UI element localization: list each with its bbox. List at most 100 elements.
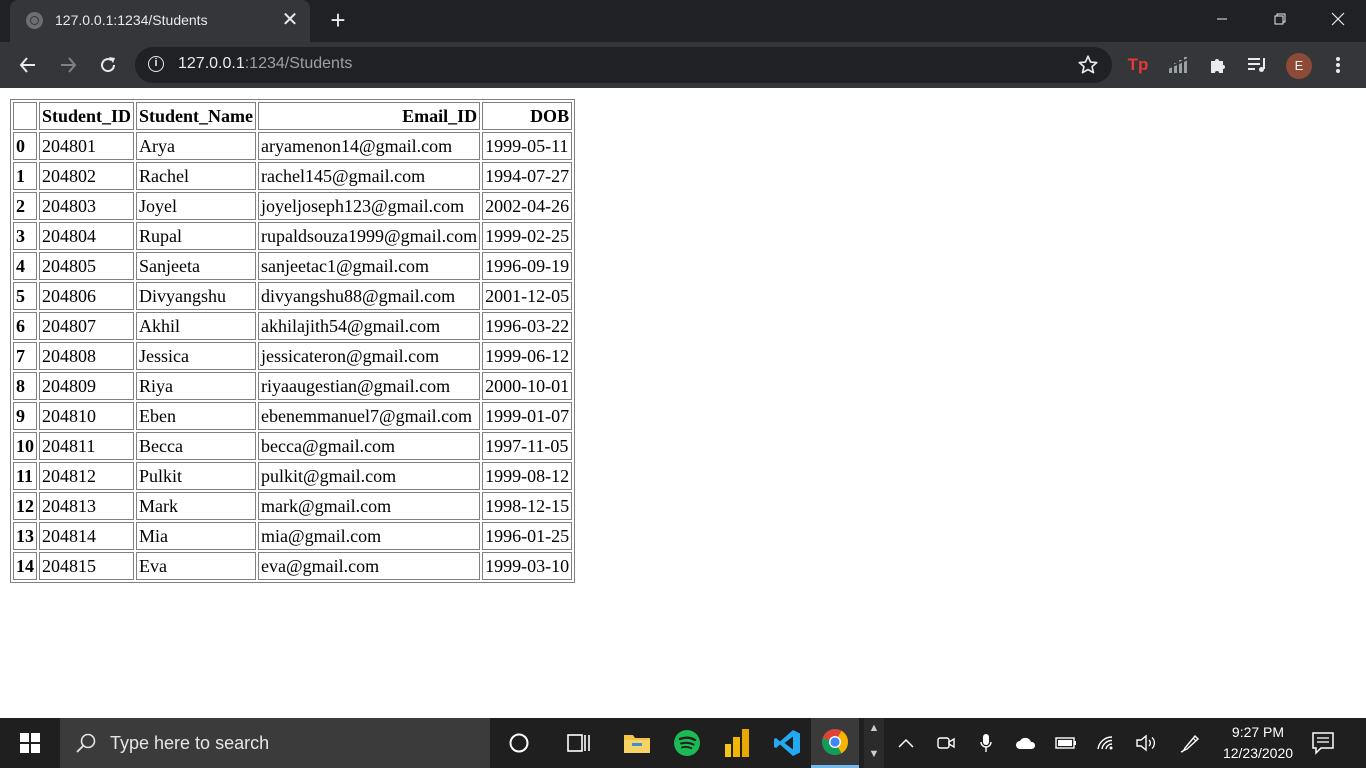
taskbar-search-box[interactable]: Type here to search [60, 718, 490, 768]
close-tab-icon[interactable]: ✕ [280, 9, 300, 31]
student-name-cell: Rupal [136, 222, 257, 250]
email-id-cell: sanjeetac1@gmail.com [258, 252, 481, 280]
row-index: 5 [13, 282, 37, 310]
table-row: 11 204812 Pulkit pulkit@gmail.com 1999-08-12 [13, 462, 573, 490]
dob-cell: 1996-03-22 [482, 312, 573, 340]
extensions-puzzle-icon[interactable] [1207, 54, 1229, 76]
student-id-header: Student_ID [39, 102, 135, 130]
address-bar[interactable]: i 127.0.0.1:1234/Students [135, 47, 1112, 83]
table-row: 2 204803 Joyel joyeljoseph123@gmail.com 2002… [13, 192, 573, 220]
table-row: 9 204810 Eben ebenemmanuel7@gmail.com 1999-0… [13, 402, 573, 430]
speed-chart-extension-icon[interactable] [1167, 54, 1189, 76]
table-row: 4 204805 Sanjeeta sanjeetac1@gmail.com 1996-… [13, 252, 573, 280]
student-name-cell: Eben [136, 402, 257, 430]
index-header [13, 102, 37, 130]
volume-icon[interactable] [1131, 718, 1161, 768]
email-id-cell: mark@gmail.com [258, 492, 481, 520]
media-control-icon[interactable] [1247, 54, 1269, 76]
dob-cell: 1998-12-15 [482, 492, 573, 520]
task-view-icon[interactable] [555, 718, 603, 768]
email-id-cell: joyeljoseph123@gmail.com [258, 192, 481, 220]
table-header-row: Student_ID Student_Name Email_ID DOB [13, 102, 573, 130]
table-row: 6 204807 Akhil akhilajith54@gmail.com 1996-0… [13, 312, 573, 340]
dob-cell: 2000-10-01 [482, 372, 573, 400]
table-row: 7 204808 Jessica jessicateron@gmail.com 1999… [13, 342, 573, 370]
meet-now-icon[interactable] [931, 718, 961, 768]
info-icon[interactable]: i [148, 56, 164, 72]
student-name-cell: Sanjeeta [136, 252, 257, 280]
close-window-button[interactable] [1309, 0, 1366, 38]
taskbar-scroll-buttons[interactable]: ▲ ▼ [864, 718, 884, 768]
system-clock[interactable]: 9:27 PM 12/23/2020 [1212, 722, 1304, 764]
student-name-cell: Pulkit [136, 462, 257, 490]
chrome-icon[interactable] [811, 718, 859, 768]
microphone-icon[interactable] [971, 718, 1001, 768]
email-id-cell: aryamenon14@gmail.com [258, 132, 481, 160]
table-row: 12 204813 Mark mark@gmail.com 1998-12-15 [13, 492, 573, 520]
dob-cell: 2002-04-26 [482, 192, 573, 220]
table-row: 13 204814 Mia mia@gmail.com 1996-01-25 [13, 522, 573, 550]
new-tab-button[interactable]: + [324, 7, 352, 35]
search-icon [75, 732, 97, 754]
battery-icon[interactable] [1051, 718, 1081, 768]
windows-start-button[interactable] [0, 718, 60, 768]
student-id-cell: 204810 [39, 402, 135, 430]
email-id-cell: akhilajith54@gmail.com [258, 312, 481, 340]
windows-taskbar: Type here to search ▲ ▼ 9:27 PM 12/23/20… [0, 718, 1366, 768]
student-name-cell: Mia [136, 522, 257, 550]
table-row: 5 204806 Divyangshu divyangshu88@gmail.com 2… [13, 282, 573, 310]
forward-button[interactable] [53, 50, 83, 80]
dob-cell: 1999-03-10 [482, 552, 573, 580]
clock-time: 9:27 PM [1231, 724, 1285, 740]
wifi-icon[interactable] [1091, 718, 1121, 768]
student-id-cell: 204802 [39, 162, 135, 190]
tp-extension-icon[interactable]: Tp [1127, 54, 1149, 76]
student-id-cell: 204808 [39, 342, 135, 370]
table-row: 8 204809 Riya riyaaugestian@gmail.com 2000-1… [13, 372, 573, 400]
student-id-cell: 204809 [39, 372, 135, 400]
tab-strip: 127.0.0.1:1234/Students ✕ + [0, 0, 1366, 42]
cortana-icon[interactable] [495, 718, 543, 768]
email-id-cell: eva@gmail.com [258, 552, 481, 580]
student-name-cell: Arya [136, 132, 257, 160]
dob-cell: 1999-02-25 [482, 222, 573, 250]
windows-ink-pen-icon[interactable] [1175, 718, 1205, 768]
student-name-cell: Eva [136, 552, 257, 580]
student-id-cell: 204813 [39, 492, 135, 520]
file-explorer-icon[interactable] [613, 718, 661, 768]
dob-header: DOB [482, 102, 573, 130]
more-menu-icon[interactable] [1327, 54, 1349, 76]
dob-cell: 1996-01-25 [482, 522, 573, 550]
vscode-icon[interactable] [763, 718, 811, 768]
windows-logo-icon [20, 733, 40, 753]
arrow-left-icon [19, 57, 35, 73]
row-index: 14 [13, 552, 37, 580]
row-index: 11 [13, 462, 37, 490]
notifications-icon[interactable] [1310, 730, 1340, 756]
student-id-cell: 204804 [39, 222, 135, 250]
email-id-cell: becca@gmail.com [258, 432, 481, 460]
dob-cell: 1996-09-19 [482, 252, 573, 280]
email-id-header: Email_ID [258, 102, 481, 130]
tab-title: 127.0.0.1:1234/Students [55, 12, 208, 28]
student-name-cell: Jessica [136, 342, 257, 370]
minimize-button[interactable] [1193, 0, 1251, 38]
show-hidden-icons-icon[interactable] [891, 718, 921, 768]
bookmark-star-icon[interactable] [1077, 54, 1099, 76]
restore-button[interactable] [1251, 0, 1309, 38]
dob-cell: 1999-01-07 [482, 402, 573, 430]
reload-button[interactable] [93, 50, 123, 80]
row-index: 8 [13, 372, 37, 400]
onedrive-cloud-icon[interactable] [1011, 718, 1041, 768]
table-row: 1 204802 Rachel rachel145@gmail.com 1994-07-… [13, 162, 573, 190]
power-bi-icon[interactable] [713, 718, 761, 768]
page-content: Student_ID Student_Name Email_ID DOB 0 20… [0, 88, 1366, 718]
row-index: 9 [13, 402, 37, 430]
back-button[interactable] [13, 50, 43, 80]
row-index: 3 [13, 222, 37, 250]
profile-avatar[interactable]: E [1286, 53, 1312, 79]
tab-students[interactable]: 127.0.0.1:1234/Students ✕ [10, 0, 310, 42]
spotify-icon[interactable] [663, 718, 711, 768]
url-text[interactable]: 127.0.0.1:1234/Students [178, 55, 352, 73]
table-row: 10 204811 Becca becca@gmail.com 1997-11-05 [13, 432, 573, 460]
